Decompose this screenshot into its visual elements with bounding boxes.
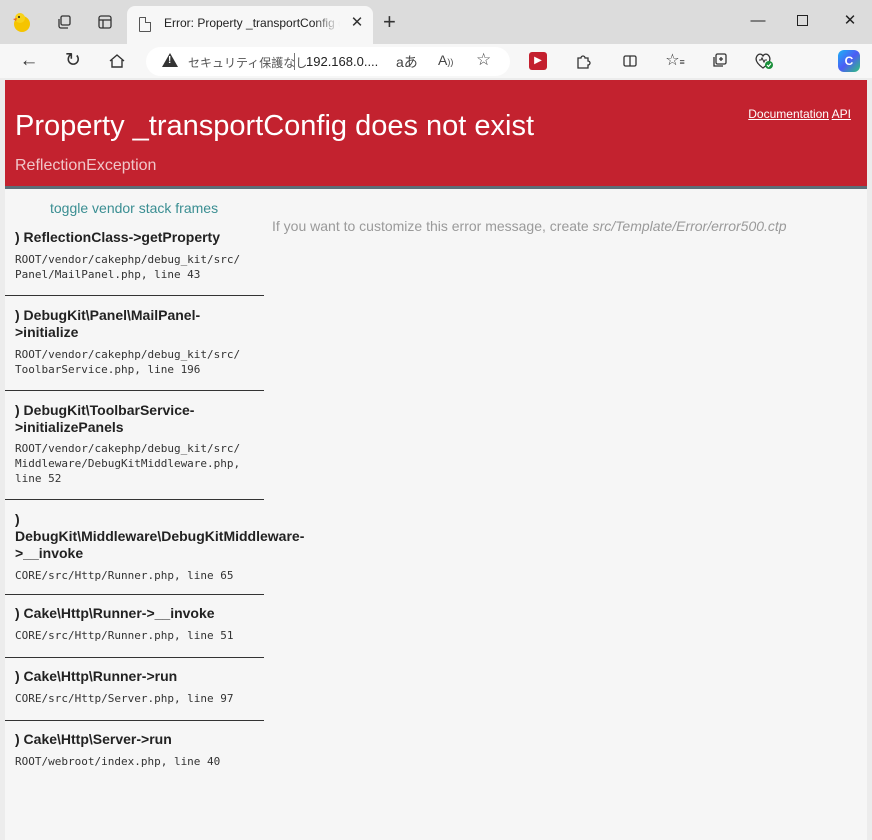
documentation-link[interactable]: Documentation: [748, 107, 829, 121]
url-text[interactable]: 192.168.0....: [306, 54, 378, 69]
frame-function: ) DebugKit\ToolbarService-: [15, 402, 195, 418]
split-screen-icon[interactable]: [619, 50, 641, 72]
page-icon: [139, 17, 151, 32]
error-header: Property _transportConfig does not exist…: [5, 80, 867, 189]
page-content: Property _transportConfig does not exist…: [5, 80, 867, 840]
new-tab-icon[interactable]: +: [383, 11, 396, 33]
frame-function: ) DebugKit\Panel\MailPanel-: [15, 307, 201, 323]
address-divider: [294, 53, 295, 70]
stack-frame[interactable]: ) Cake\Http\Runner->run CORE/src/Http/Se…: [5, 658, 264, 721]
text-size-icon[interactable]: A)): [438, 52, 453, 68]
frame-function: ) Cake\Http\Runner->__invoke: [15, 605, 215, 621]
stack-frame[interactable]: ) DebugKit\Middleware\DebugKitMiddleware…: [5, 500, 304, 595]
stack-frame[interactable]: ) DebugKit\ToolbarService- >initializePa…: [5, 391, 264, 500]
frame-file: ROOT/vendor/cakephp/debug_kit/src/: [15, 348, 241, 361]
frame-function: DebugKit\Middleware\DebugKitMiddleware-: [15, 528, 305, 544]
back-icon[interactable]: ←: [16, 48, 42, 74]
vertical-tabs-icon[interactable]: [93, 10, 117, 34]
stack-frame[interactable]: ) Cake\Http\Runner->__invoke CORE/src/Ht…: [5, 595, 264, 658]
favorite-icon[interactable]: ☆: [476, 50, 491, 70]
frame-file: ROOT/webroot/index.php, line 40: [15, 755, 221, 768]
frame-file: ROOT/vendor/cakephp/debug_kit/src/: [15, 442, 241, 455]
frame-function: ) Cake\Http\Server->run: [15, 731, 172, 747]
frame-function: ) ReflectionClass->getProperty: [15, 229, 220, 245]
window-close-icon[interactable]: ✕: [836, 9, 864, 33]
app-logo-icon[interactable]: [10, 10, 34, 34]
error-title: Property _transportConfig does not exist: [15, 110, 535, 142]
video-extension-icon[interactable]: ▶: [529, 52, 547, 70]
collections-icon[interactable]: [708, 50, 730, 72]
customize-message: If you want to customize this error mess…: [272, 218, 787, 234]
maximize-icon[interactable]: [788, 9, 816, 33]
header-links: Documentation API: [748, 107, 851, 121]
customize-text: If you want to customize this error mess…: [272, 218, 589, 234]
address-bar[interactable]: セキュリティ保護なし 192.168.0.... aあ A)) ☆: [146, 47, 510, 76]
workspaces-icon[interactable]: [52, 10, 76, 34]
frame-file: Middleware/DebugKitMiddleware.php,: [15, 457, 241, 470]
frame-function: >initialize: [15, 324, 79, 340]
tab-title: Error: Property _transportConfig does no…: [164, 16, 340, 30]
frame-file: CORE/src/Http/Runner.php, line 51: [15, 629, 234, 642]
frame-file: CORE/src/Http/Runner.php, line 65: [15, 569, 234, 582]
browser-toolbar: ← ↻ セキュリティ保護なし 192.168.0.... aあ A)) ☆ ▶ …: [0, 44, 872, 78]
security-label[interactable]: セキュリティ保護なし: [188, 54, 310, 71]
frame-function: >initializePanels: [15, 419, 124, 435]
home-icon[interactable]: [104, 48, 130, 74]
frame-file: CORE/src/Http/Server.php, line 97: [15, 692, 234, 705]
copilot-icon[interactable]: C: [838, 50, 860, 72]
template-path: src/Template/Error/error500.ctp: [592, 218, 787, 234]
browser-titlebar: Error: Property _transportConfig does no…: [0, 0, 872, 44]
stack-frame[interactable]: ) ReflectionClass->getProperty ROOT/vend…: [5, 222, 264, 296]
frame-function: >__invoke: [15, 545, 84, 561]
read-aloud-icon[interactable]: aあ: [396, 52, 418, 72]
stack-frame[interactable]: ) DebugKit\Panel\MailPanel- >initialize …: [5, 296, 264, 391]
tab-active[interactable]: Error: Property _transportConfig does no…: [127, 6, 373, 44]
frame-file: ToolbarService.php, line 196: [15, 363, 201, 376]
exception-class: ReflectionException: [15, 157, 157, 174]
toggle-vendor-frames-link[interactable]: toggle vendor stack frames: [50, 200, 218, 216]
frame-file: line 52: [15, 472, 62, 485]
frame-function: ) Cake\Http\Runner->run: [15, 668, 178, 684]
frame-file: Panel/MailPanel.php, line 43: [15, 268, 201, 281]
minimize-icon[interactable]: —: [744, 9, 772, 33]
stack-frame[interactable]: ) Cake\Http\Server->run ROOT/webroot/ind…: [5, 721, 264, 784]
favorites-icon[interactable]: ☆≡: [664, 50, 686, 72]
browser-essentials-icon[interactable]: [753, 50, 775, 72]
warning-icon[interactable]: [162, 53, 178, 67]
api-link[interactable]: API: [832, 107, 851, 121]
extensions-icon[interactable]: [572, 50, 594, 72]
close-tab-icon[interactable]: ✕: [348, 14, 366, 32]
frame-function: ): [15, 511, 20, 527]
frame-file: ROOT/vendor/cakephp/debug_kit/src/: [15, 253, 241, 266]
refresh-icon[interactable]: ↻: [60, 48, 86, 74]
